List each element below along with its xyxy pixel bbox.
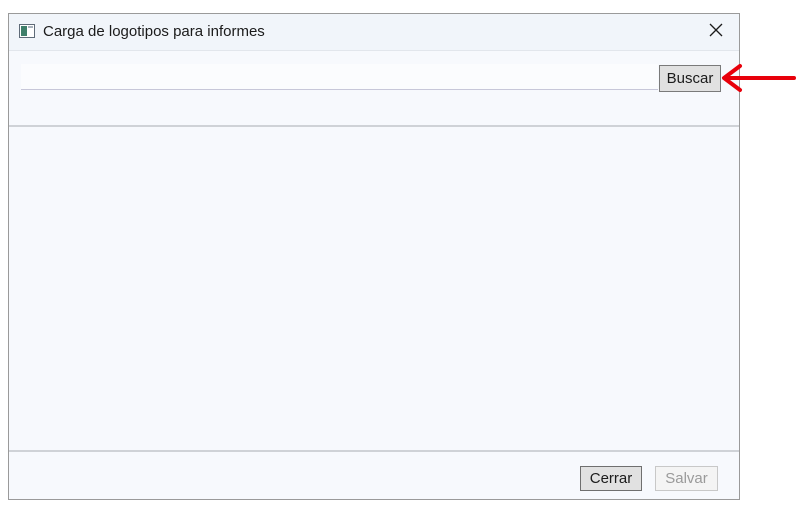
dialog-footer: Cerrar Salvar xyxy=(9,450,739,499)
file-path-input[interactable] xyxy=(21,64,658,90)
window-app-icon xyxy=(19,24,35,38)
save-button[interactable]: Salvar xyxy=(655,466,718,491)
title-bar: Carga de logotipos para informes xyxy=(9,14,739,51)
logo-upload-dialog: Carga de logotipos para informes Buscar … xyxy=(8,13,740,500)
file-selection-toolbar: Buscar xyxy=(9,51,739,127)
close-icon xyxy=(709,23,723,42)
close-button[interactable]: Cerrar xyxy=(580,466,642,491)
search-button[interactable]: Buscar xyxy=(659,65,721,92)
window-close-button[interactable] xyxy=(693,14,739,50)
window-title: Carga de logotipos para informes xyxy=(43,23,265,40)
annotation-arrow-icon xyxy=(722,64,796,92)
logo-preview-area xyxy=(9,127,739,450)
